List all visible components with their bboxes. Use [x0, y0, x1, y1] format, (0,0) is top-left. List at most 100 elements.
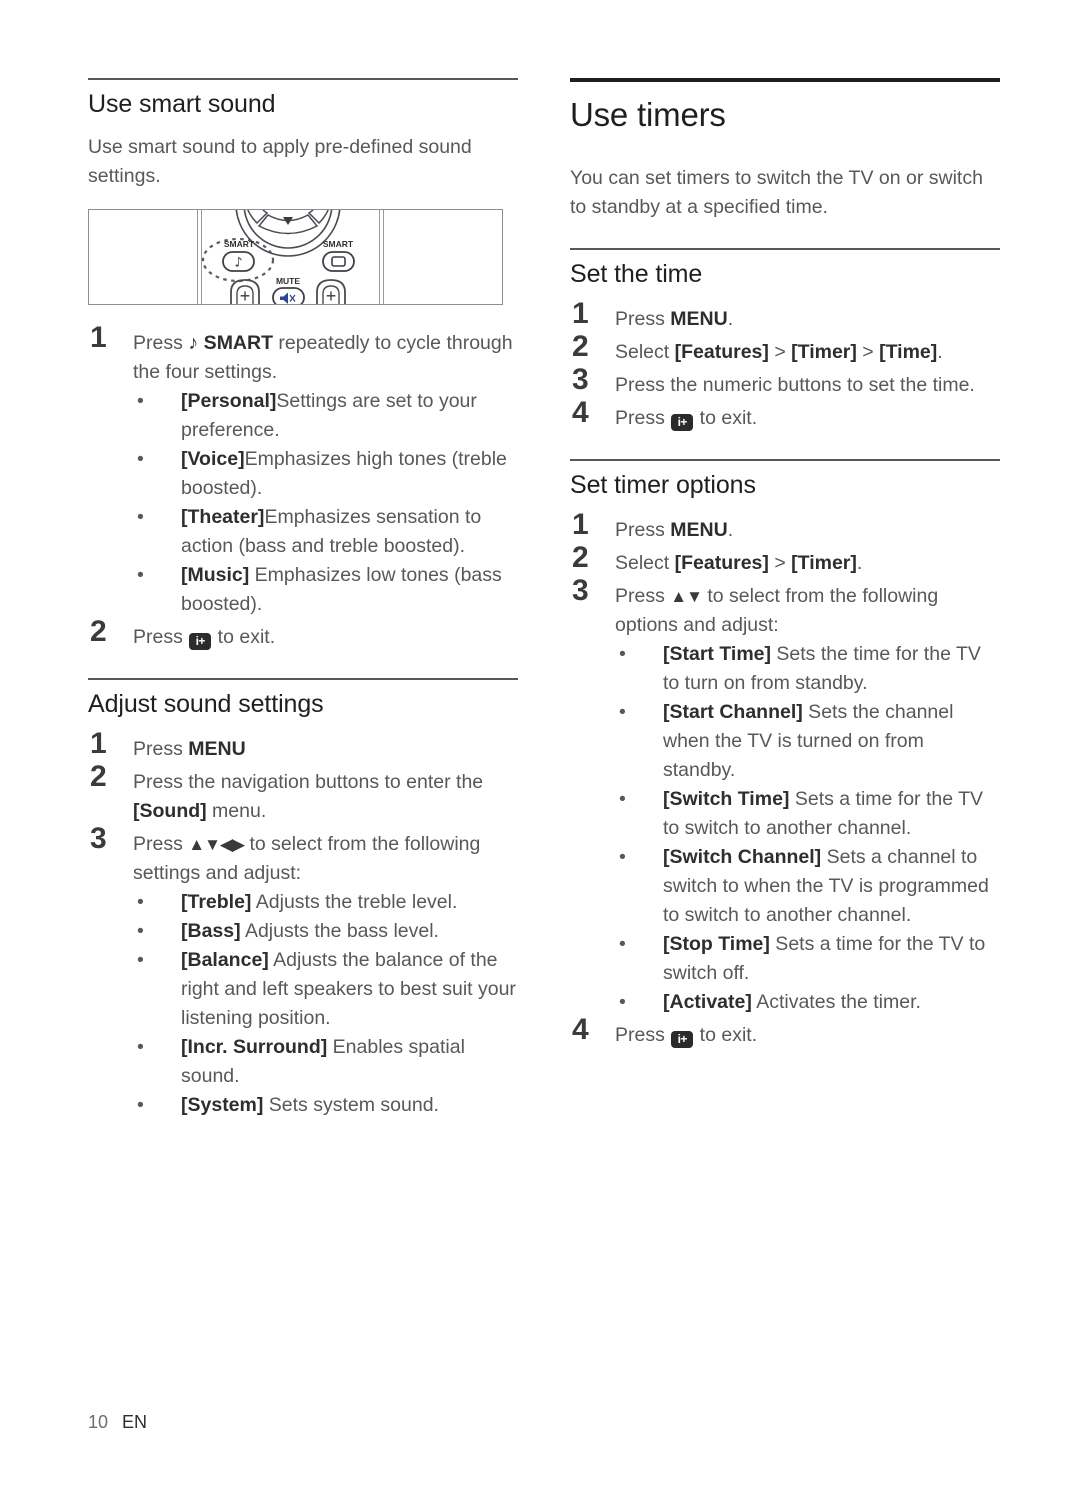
step-text: Press MENU. [615, 514, 1000, 545]
bullet-dot: • [619, 701, 626, 723]
step-number: 3 [90, 822, 107, 855]
list-item: • [System] Sets system sound. [133, 1091, 518, 1120]
menu-path-time: [Time] [879, 341, 938, 363]
step-item: 3 Press the numeric buttons to set the t… [570, 363, 1000, 400]
step-text-pre: Press [615, 308, 671, 330]
step-text-post: to exit. [212, 626, 276, 648]
bullet-dot: • [137, 920, 144, 942]
heading-use-smart-sound: Use smart sound [88, 90, 276, 118]
option-desc: Sets system sound. [263, 1094, 439, 1116]
list-item: • [Bass] Adjusts the bass level. [133, 917, 518, 946]
list-item: • [Balance] Adjusts the balance of the ri… [133, 946, 518, 1033]
smart-picture-button [322, 251, 355, 272]
step-text-pre: Press [615, 585, 671, 607]
list-item: • [Activate] Activates the timer. [615, 988, 1000, 1017]
bullet-dot: • [619, 643, 626, 665]
step-number: 1 [572, 508, 589, 541]
option-term: [Theater] [181, 506, 265, 528]
menu-path-features: [Features] [674, 552, 769, 574]
list-item: • [Voice]Emphasizes high tones (treble bo… [133, 445, 518, 503]
smart-key-label: SMART [198, 332, 274, 354]
bullet-dot: • [619, 846, 626, 868]
exit-icon: i+ [671, 414, 694, 431]
option-term: [Music] [181, 564, 250, 586]
section-rule [570, 459, 1000, 461]
option-term: [Incr. Surround] [181, 1036, 328, 1058]
step-text-pre: Press [615, 519, 671, 541]
steps-set-timer-options: 1 Press MENU. 2 Select [Features] > [Tim… [570, 508, 1000, 1050]
menu-key-label: MENU [670, 308, 728, 330]
option-term: [Voice] [181, 448, 245, 470]
step-text-post: to exit. [694, 407, 758, 429]
page-title: Use timers [570, 96, 726, 133]
step-item: 4 Press i+ to exit. [570, 1013, 1000, 1050]
step-item: 2 Select [Features] > [Timer]. [570, 541, 1000, 578]
step-text: Press MENU. [615, 303, 1000, 334]
step-item: 3 Press ▲▼◀▶ to select from the followin… [88, 822, 518, 1120]
list-item: • [Incr. Surround] Enables spatial sound. [133, 1033, 518, 1091]
step-number: 1 [90, 727, 107, 760]
manual-page: Use smart sound Use smart sound to apply… [0, 0, 1080, 1509]
screen-icon [331, 256, 346, 267]
svg-text:♪: ♪ [234, 256, 242, 271]
sound-menu-label: [Sound] [133, 800, 207, 822]
step-number: 1 [572, 297, 589, 330]
intro-use-timers: You can set timers to switch the TV on o… [570, 167, 983, 218]
step-number: 2 [572, 330, 589, 363]
menu-path-features: [Features] [674, 341, 769, 363]
exit-icon: i+ [189, 633, 212, 650]
step-text-post: . [937, 341, 943, 363]
steps-use-smart-sound: 1 Press ♪ SMART repeatedly to cycle thro… [88, 321, 518, 652]
figure-divider-right-2 [383, 210, 384, 304]
step-item: 4 Press i+ to exit. [570, 396, 1000, 433]
bullet-dot: • [137, 390, 144, 412]
bullet-dot: • [137, 1094, 144, 1116]
option-term: [Switch Time] [663, 788, 790, 810]
menu-path-timer: [Timer] [791, 341, 857, 363]
bullet-dot: • [137, 506, 144, 528]
mute-button: MUTE [272, 276, 305, 304]
menu-key-label: MENU [188, 738, 246, 760]
remote-control-illustration: ♪ SMART SMART + + MUTE [201, 210, 355, 305]
step-text-pre: Press [133, 626, 189, 648]
smart-label-right: SMART [323, 239, 354, 249]
list-item: • [Start Time] Sets the time for the TV t… [615, 640, 1000, 698]
step-text: Press the navigation buttons to enter th… [133, 766, 518, 826]
option-term: [Balance] [181, 949, 269, 971]
bullet-dot: • [137, 1036, 144, 1058]
page-number: 10 [88, 1412, 109, 1432]
menu-key-label: MENU [670, 519, 728, 541]
step-number: 1 [90, 321, 107, 354]
step-number: 4 [572, 1013, 589, 1046]
option-desc: Adjusts the bass level. [240, 920, 439, 942]
menu-path-timer: [Timer] [791, 552, 857, 574]
list-item: • [Switch Channel] Sets a channel to swit… [615, 843, 1000, 930]
step-item: 2 Press i+ to exit. [88, 615, 518, 652]
option-term: [Activate] [663, 991, 752, 1013]
menu-path-sep-2: > [856, 341, 880, 363]
step-number: 2 [572, 541, 589, 574]
option-term: [Start Channel] [663, 701, 803, 723]
step-number: 3 [572, 363, 589, 396]
step-text: Press MENU [133, 733, 518, 764]
navigation-arrows-icon: ▲▼ [670, 587, 703, 606]
option-desc: Activates the timer. [751, 991, 921, 1013]
step-item: 1 Press MENU [88, 727, 518, 764]
svg-text:+: + [326, 286, 337, 305]
step-text-pre: Select [615, 552, 675, 574]
heading-adjust-sound-settings: Adjust sound settings [88, 690, 324, 718]
intro-use-smart-sound: Use smart sound to apply pre-defined sou… [88, 136, 472, 187]
bullet-dot: • [619, 991, 626, 1013]
step-text-post: menu. [206, 800, 267, 822]
step-text: Select [Features] > [Timer]. [615, 547, 1000, 578]
step-text-post: . [727, 519, 734, 541]
option-desc: Adjusts the treble level. [251, 891, 458, 913]
step-item: 1 Press MENU. [570, 508, 1000, 545]
step-text: Press ♪ SMART repeatedly to cycle throug… [133, 327, 518, 387]
step-item: 2 Press the navigation buttons to enter … [88, 760, 518, 826]
menu-path-sep-1: > [768, 552, 792, 574]
step-text: Press i+ to exit. [615, 402, 1000, 433]
left-column: Use smart sound Use smart sound to apply… [88, 78, 518, 1122]
chapter-rule [570, 78, 1000, 82]
step-text-pre: Press [615, 1024, 671, 1046]
